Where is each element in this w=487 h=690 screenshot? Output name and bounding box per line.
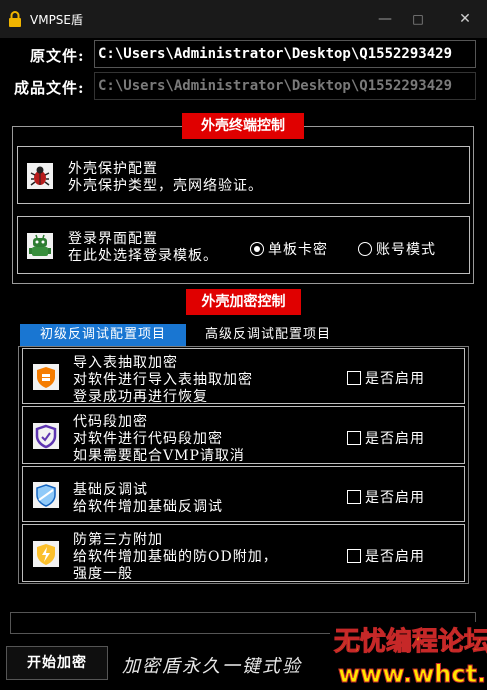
bug-icon [27,163,53,189]
source-file-label: 原文件: [30,47,85,65]
basic-anti-debug-item: 基础反调试 给软件增加基础反调试 是否启用 [22,466,465,522]
shield-purple-icon [33,423,59,449]
code-segment-encrypt-item: 代码段加密 对软件进行代码段加密 如果需要配合VMP请取消 是否启用 [22,406,465,464]
maximize-button[interactable]: □ [403,8,433,30]
item-line: 登录成功再进行恢复 [73,389,208,405]
lightning-shield-icon [33,541,59,567]
enable-checkbox[interactable]: 是否启用 [347,546,425,566]
output-file-label: 成品文件: [14,79,85,97]
status-text: 加密盾永久一键式验 [122,656,302,677]
login-config-card[interactable]: 登录界面配置 在此处选择登录模板。 单板卡密 账号模式 [17,216,470,274]
watermark-logo: 无忧编程论坛 www.whct.net [330,622,487,690]
tab-basic-anti-debug[interactable]: 初级反调试配置项目 [20,324,186,346]
anti-attach-item: 防第三方附加 给软件增加基础的防OD附加， 强度一般 是否启用 [22,524,465,582]
shield-orange-icon [33,364,59,390]
robot-icon [27,233,53,259]
watermark-title: 无忧编程论坛 [334,626,487,657]
enable-checkbox[interactable]: 是否启用 [347,428,425,448]
shell-terminal-title: 外壳终端控制 [182,113,304,139]
checkbox-label: 是否启用 [365,549,425,565]
checkbox-box [347,549,361,563]
radio-selected-indicator [250,242,264,256]
checkbox-label: 是否启用 [365,431,425,447]
shell-encrypt-title: 外壳加密控制 [186,289,301,315]
window-title: VMPSE盾 [30,13,83,27]
enable-checkbox[interactable]: 是否启用 [347,487,425,507]
enable-checkbox[interactable]: 是否启用 [347,368,425,388]
import-table-encrypt-item: 导入表抽取加密 对软件进行导入表抽取加密 登录成功再进行恢复 是否启用 [22,348,465,405]
protect-config-card[interactable]: 外壳保护配置 外壳保护类型，壳网络验证。 [17,146,470,204]
radio-single-card-label: 单板卡密 [268,242,328,258]
tab-advanced-anti-debug[interactable]: 高级反调试配置项目 [188,324,348,346]
checkbox-box [347,490,361,504]
source-file-input[interactable]: C:\Users\Administrator\Desktop\Q15522934… [94,40,476,68]
item-line: 如果需要配合VMP请取消 [73,448,245,464]
title-bar: VMPSE盾 — □ ✕ [0,0,487,38]
minimize-button[interactable]: — [370,8,400,30]
radio-account-mode[interactable]: 账号模式 [358,239,436,259]
protect-config-desc: 外壳保护类型，壳网络验证。 [68,178,263,194]
shield-blue-icon [33,482,59,508]
checkbox-label: 是否启用 [365,490,425,506]
close-button[interactable]: ✕ [450,8,480,30]
radio-account-mode-label: 账号模式 [376,242,436,258]
lock-icon [9,11,21,27]
output-file-input[interactable]: C:\Users\Administrator\Desktop\Q15522934… [94,72,476,100]
radio-single-card[interactable]: 单板卡密 [250,239,328,259]
start-encrypt-button[interactable]: 开始加密 [6,646,108,680]
checkbox-box [347,371,361,385]
checkbox-box [347,431,361,445]
login-config-desc: 在此处选择登录模板。 [68,248,218,264]
item-line: 给软件增加基础反调试 [73,499,223,515]
checkbox-label: 是否启用 [365,371,425,387]
item-line: 强度一般 [73,566,133,582]
watermark-url: www.whct.net [338,660,487,688]
radio-unselected-indicator [358,242,372,256]
